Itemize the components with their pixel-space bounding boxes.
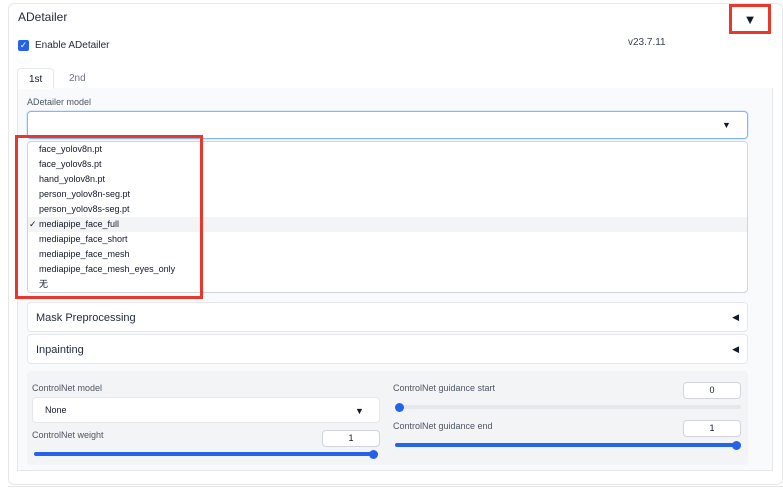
enable-adetailer-label: Enable ADetailer [35,40,110,51]
version-label: v23.7.11 [628,37,666,48]
adetailer-model-dropdown: face_yolov8n.pt face_yolov8s.pt hand_yol… [27,141,748,293]
controlnet-guidance-start-slider[interactable] [395,402,741,412]
next-panel-edge [8,486,783,492]
dropdown-option-label: mediapipe_face_full [39,219,120,229]
controlnet-guidance-start-label: ControlNet guidance start [393,383,496,393]
dropdown-option[interactable]: mediapipe_face_short [28,232,747,247]
controlnet-guidance-end-input[interactable]: 1 [683,420,741,437]
enable-adetailer-row[interactable]: ✓ Enable ADetailer [18,40,110,51]
triangle-left-icon: ◀ [732,344,739,354]
collapse-toggle-button[interactable]: ▼ [729,4,771,34]
caret-down-icon: ▼ [722,120,731,130]
controlnet-weight-input[interactable]: 1 [322,430,380,447]
tab-2nd[interactable]: 2nd [58,68,97,89]
slider-thumb[interactable] [369,449,378,459]
adetailer-model-select[interactable]: ▼ [27,111,748,139]
dropdown-option[interactable]: person_yolov8s-seg.pt [28,202,747,217]
controlnet-model-select[interactable]: None ▼ [32,397,380,423]
dropdown-option[interactable]: face_yolov8s.pt [28,157,747,172]
controlnet-model-label: ControlNet model [32,383,103,393]
controlnet-weight-label: ControlNet weight [32,430,104,440]
dropdown-option[interactable]: mediapipe_face_mesh_eyes_only [28,262,747,277]
caret-down-icon: ▼ [355,406,364,416]
dropdown-option[interactable]: 无 [28,277,747,292]
dropdown-option[interactable]: hand_yolov8n.pt [28,172,747,187]
tab-1st[interactable]: 1st [17,68,55,89]
dropdown-option[interactable]: mediapipe_face_mesh [28,247,747,262]
triangle-down-icon: ▼ [743,11,757,27]
controlnet-guidance-end-slider[interactable] [395,440,741,450]
controlnet-weight-slider[interactable] [34,449,378,459]
controlnet-model-value: None [45,405,67,415]
triangle-left-icon: ◀ [732,312,739,322]
accordion-inpainting[interactable]: Inpainting ◀ [27,334,748,364]
slider-fill [34,452,378,456]
accordion-label: Mask Preprocessing [36,312,136,324]
controlnet-guidance-end-label: ControlNet guidance end [393,421,493,431]
slider-thumb[interactable] [732,440,741,450]
slider-fill [395,443,741,447]
slider-thumb[interactable] [395,402,404,412]
controlnet-guidance-start-input[interactable]: 0 [683,382,741,399]
adetailer-model-label: ADetailer model [27,97,92,107]
accordion-label: Inpainting [36,344,84,356]
enable-adetailer-checkbox[interactable]: ✓ [18,40,29,51]
accordion-mask-preprocessing[interactable]: Mask Preprocessing ◀ [27,302,748,332]
dropdown-option-selected[interactable]: ✓ mediapipe_face_full [28,217,747,232]
dropdown-option[interactable]: person_yolov8n-seg.pt [28,187,747,202]
dropdown-option[interactable]: face_yolov8n.pt [28,142,747,157]
panel-title: ADetailer [18,10,68,24]
check-icon: ✓ [29,219,37,229]
